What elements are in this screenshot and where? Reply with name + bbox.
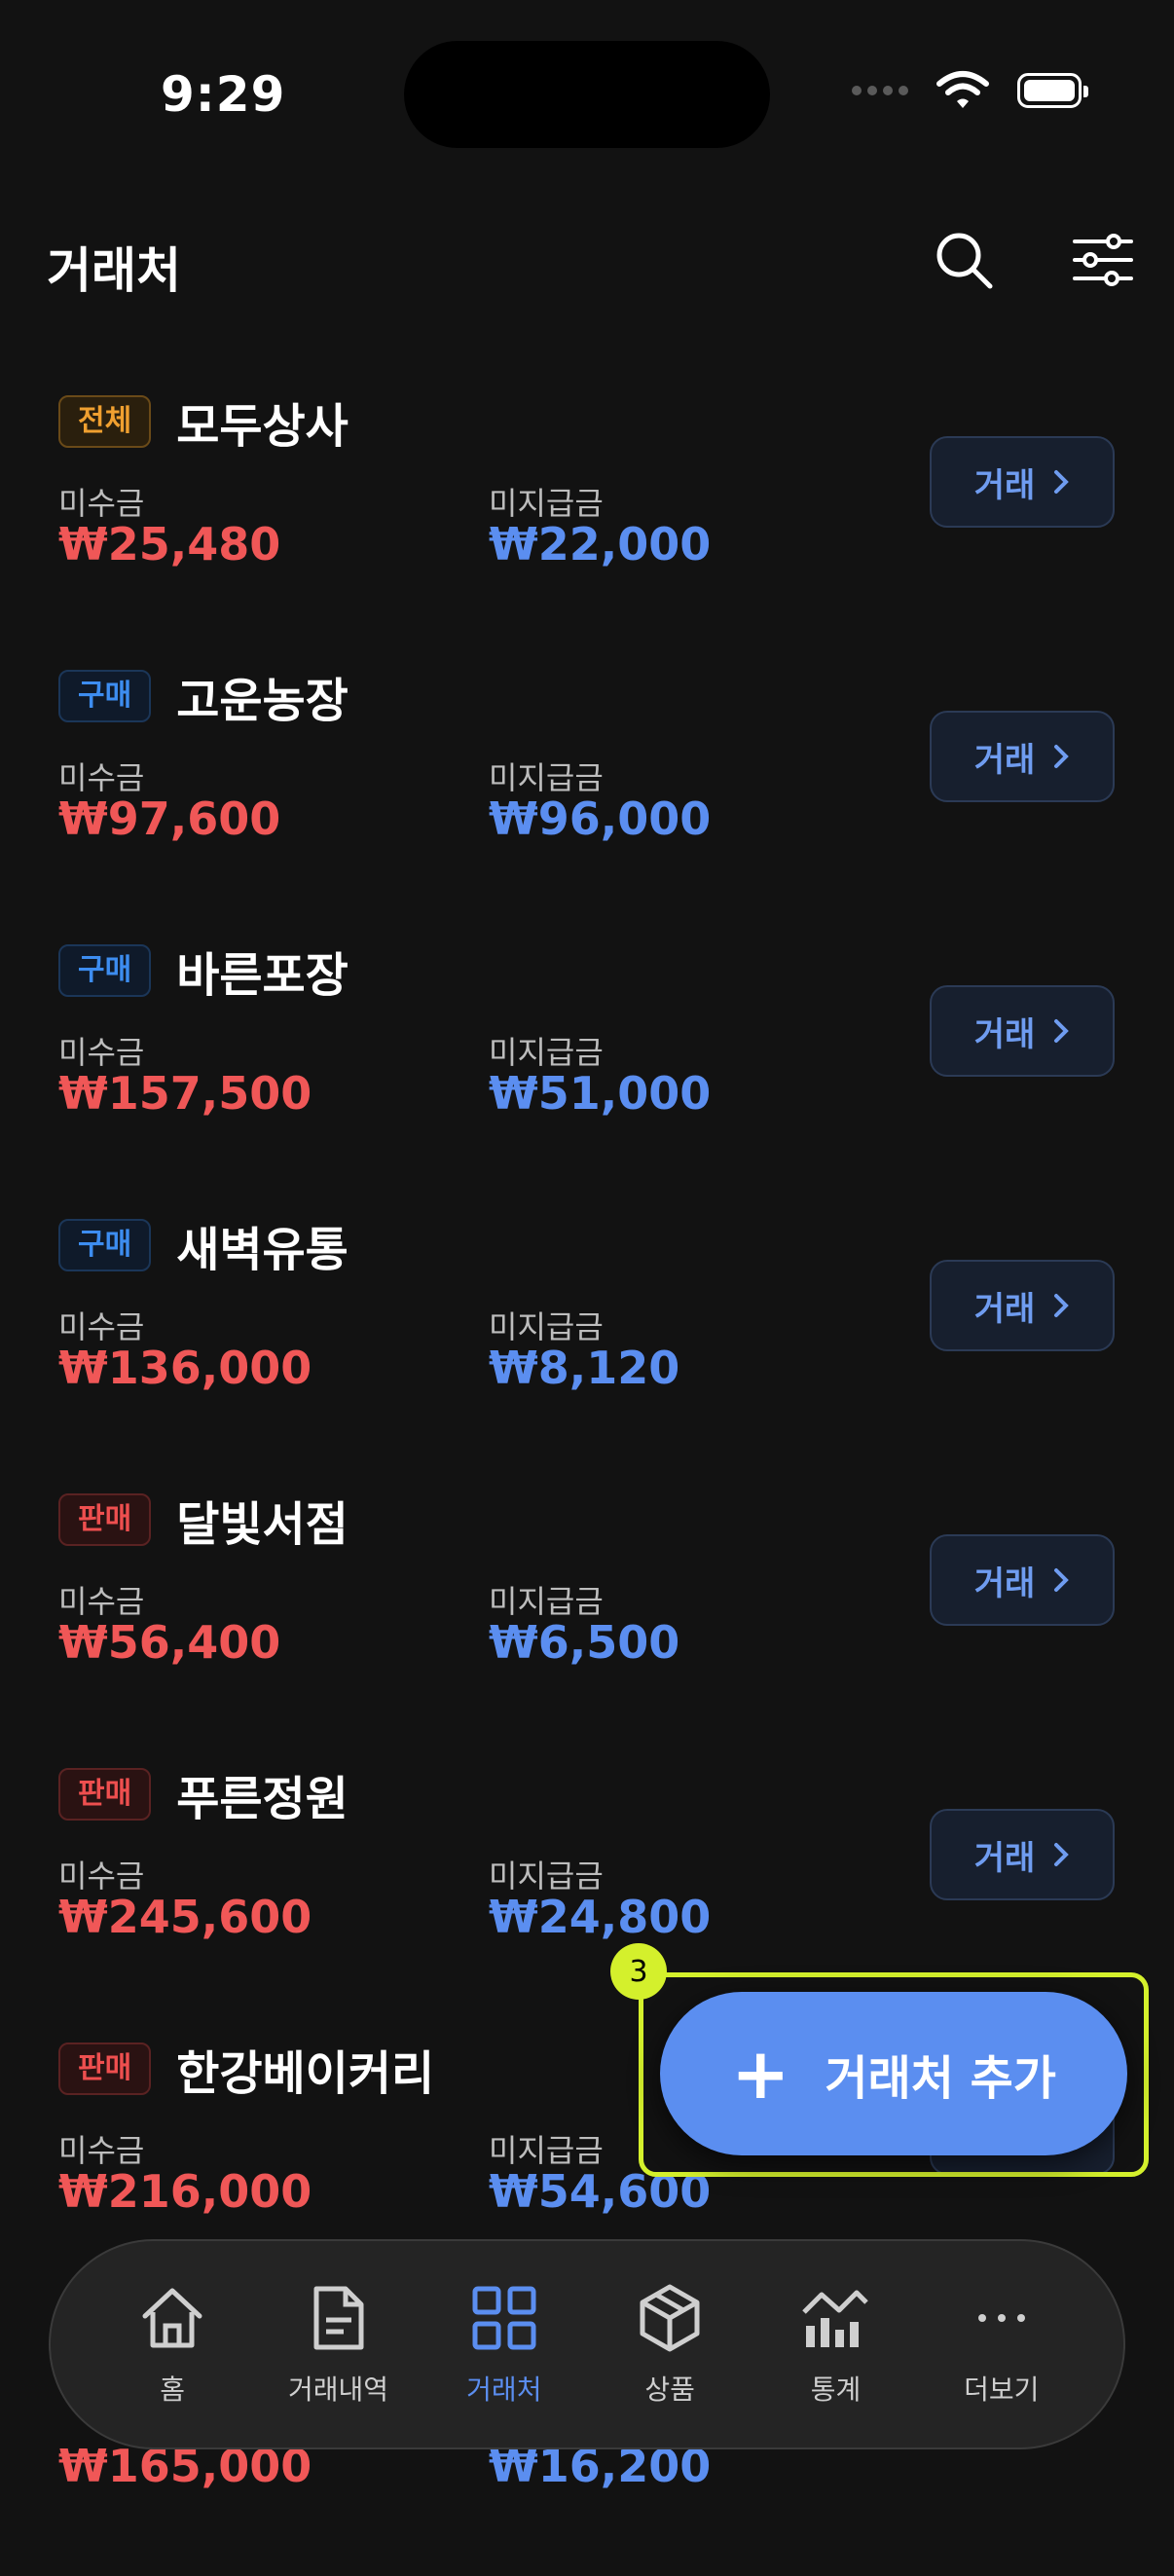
deal-button[interactable]: 거래 (930, 711, 1115, 802)
chevron-right-icon (1054, 745, 1070, 768)
receivable-amount: ₩245,600 (58, 1891, 312, 1943)
vendor-tag: 전체 (58, 395, 152, 448)
chevron-right-icon (1054, 1843, 1070, 1866)
deal-button[interactable]: 거래 (930, 1534, 1115, 1626)
vendor-tag: 구매 (58, 670, 152, 722)
deal-button[interactable]: 거래 (930, 436, 1115, 528)
receivable-amount: ₩136,000 (58, 1342, 312, 1394)
tab-label: 통계 (810, 2374, 862, 2406)
search-icon[interactable] (930, 226, 998, 294)
tab-label: 더보기 (964, 2374, 1040, 2406)
tab-vendors[interactable]: 거래처 (431, 2281, 577, 2408)
chevron-right-icon (1054, 1294, 1070, 1317)
vendor-row[interactable]: 판매 달빛서점 미수금 미지급금 ₩56,400 ₩6,500 거래 (0, 1478, 1174, 1752)
payable-amount: ₩8,120 (489, 1342, 680, 1394)
filter-icon[interactable] (1069, 226, 1137, 294)
grid-icon (472, 2286, 536, 2350)
vendor-tag: 판매 (58, 1768, 152, 1821)
page-title: 거래처 (47, 242, 181, 299)
add-vendor-label: 거래처 추가 (825, 2051, 1056, 2106)
document-icon (313, 2286, 364, 2350)
vendor-name: 새벽유통 (176, 1223, 349, 1277)
tab-home[interactable]: 홈 (99, 2281, 245, 2408)
deal-button-label: 거래 (973, 1014, 1036, 1054)
tab-label: 상품 (644, 2374, 695, 2406)
bottom-tab-bar: 홈 거래내역 거래처 상품 통계 더보기 (49, 2239, 1125, 2449)
vendor-tag: 구매 (58, 944, 152, 997)
receivable-amount: ₩157,500 (58, 1067, 312, 1120)
cube-icon (640, 2284, 700, 2352)
status-icons (852, 70, 1088, 111)
receivable-amount: ₩216,000 (58, 2165, 312, 2218)
deal-button[interactable]: 거래 (930, 1260, 1115, 1351)
chevron-right-icon (1054, 1019, 1070, 1043)
tab-products[interactable]: 상품 (597, 2281, 743, 2408)
status-time: 9:29 (161, 66, 286, 123)
payable-amount: ₩22,000 (489, 518, 712, 570)
vendor-row[interactable]: 구매 새벽유통 미수금 미지급금 ₩136,000 ₩8,120 거래 (0, 1203, 1174, 1478)
payable-amount: ₩96,000 (489, 792, 712, 845)
chart-icon (802, 2290, 869, 2347)
vendor-name: 모두상사 (176, 399, 349, 454)
chevron-right-icon (1054, 1568, 1070, 1592)
tab-label: 거래내역 (287, 2374, 388, 2406)
vendor-name: 푸른정원 (176, 1772, 349, 1826)
add-vendor-button[interactable]: + 거래처 추가 (660, 1992, 1127, 2155)
plus-icon: + (731, 2033, 790, 2115)
vendor-tag: 구매 (58, 1219, 152, 1271)
dynamic-island (404, 41, 770, 148)
vendor-name: 바른포장 (176, 948, 349, 1003)
home-icon (142, 2288, 202, 2348)
deal-button-label: 거래 (973, 1289, 1036, 1329)
wifi-icon (936, 71, 989, 108)
vendor-row[interactable]: 구매 고운농장 미수금 미지급금 ₩97,600 ₩96,000 거래 (0, 654, 1174, 929)
deal-button-label: 거래 (973, 1564, 1036, 1603)
chevron-right-icon (1054, 470, 1070, 494)
signal-icon (852, 86, 908, 95)
tab-label: 거래처 (466, 2374, 542, 2406)
vendor-name: 한강베이커리 (176, 2046, 435, 2101)
tab-transactions[interactable]: 거래내역 (265, 2281, 411, 2408)
step-badge: 3 (610, 1943, 667, 2000)
tab-more[interactable]: 더보기 (929, 2281, 1075, 2408)
receivable-amount: ₩97,600 (58, 792, 281, 845)
vendor-row[interactable]: 구매 바른포장 미수금 미지급금 ₩157,500 ₩51,000 거래 (0, 929, 1174, 1203)
vendor-name: 달빛서점 (176, 1497, 349, 1552)
receivable-amount: ₩25,480 (58, 518, 281, 570)
deal-button-label: 거래 (973, 1838, 1036, 1878)
vendor-name: 고운농장 (176, 674, 349, 728)
vendor-tag: 판매 (58, 2042, 152, 2095)
battery-icon (1017, 73, 1088, 108)
payable-amount: ₩6,500 (489, 1616, 680, 1669)
more-icon (977, 2314, 1025, 2322)
payable-amount: ₩51,000 (489, 1067, 712, 1120)
payable-amount: ₩24,800 (489, 1891, 712, 1943)
deal-button-label: 거래 (973, 465, 1036, 505)
deal-button-label: 거래 (973, 740, 1036, 780)
deal-button[interactable]: 거래 (930, 1809, 1115, 1900)
vendor-tag: 판매 (58, 1493, 152, 1546)
receivable-amount: ₩56,400 (58, 1616, 281, 1669)
deal-button[interactable]: 거래 (930, 985, 1115, 1077)
vendor-row[interactable]: 전체 모두상사 미수금 미지급금 ₩25,480 ₩22,000 거래 (0, 380, 1174, 654)
tab-statistics[interactable]: 통계 (762, 2281, 908, 2408)
tab-label: 홈 (160, 2374, 186, 2406)
